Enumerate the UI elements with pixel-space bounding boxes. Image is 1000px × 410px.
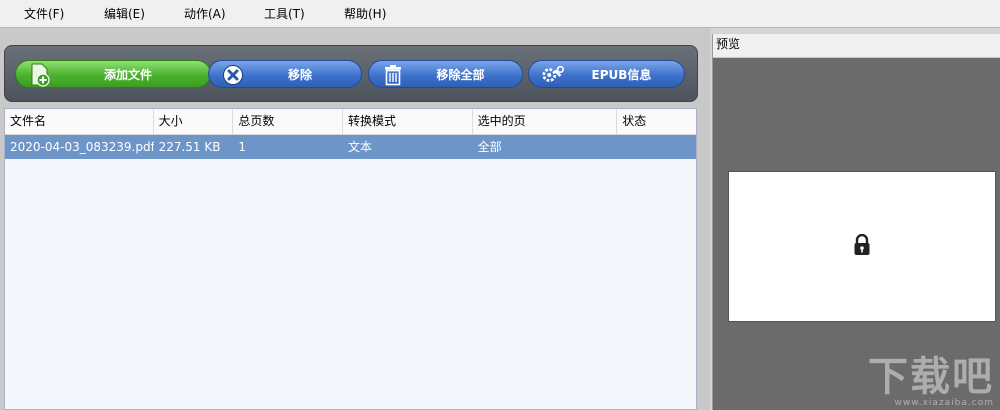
cell-size: 227.51 KB: [158, 140, 221, 154]
remove-all-button[interactable]: 移除全部: [368, 60, 523, 88]
cell-mode: 文本: [348, 140, 373, 154]
menu-help[interactable]: 帮助(H): [344, 5, 424, 22]
menu-action[interactable]: 动作(A): [184, 5, 264, 22]
cell-status: [617, 135, 696, 159]
add-file-button[interactable]: 添加文件: [15, 60, 211, 88]
remove-all-label: 移除全部: [436, 67, 485, 82]
column-header-size[interactable]: 大小: [154, 109, 234, 134]
cell-filename: 2020-04-03_083239.pdf: [10, 140, 154, 154]
add-file-label: 添加文件: [103, 67, 152, 82]
column-header-status[interactable]: 状态: [617, 109, 696, 134]
preview-title: 预览: [713, 34, 1000, 58]
column-header-selected-pages[interactable]: 选中的页: [473, 109, 618, 134]
column-header-filename[interactable]: 文件名: [5, 109, 154, 134]
file-table: 文件名 大小 总页数 转换模式 选中的页 状态 2020-04-03_08323…: [4, 108, 697, 410]
watermark: 下载吧 www.xiazaiba.com: [868, 356, 994, 408]
remove-button[interactable]: 移除: [208, 60, 362, 88]
menu-bar: 文件(F) 编辑(E) 动作(A) 工具(T) 帮助(H): [0, 0, 1000, 28]
lock-icon: [853, 233, 871, 259]
epub-info-label: EPUB信息: [591, 67, 652, 82]
preview-panel: 预览 下载吧 www.xiazaiba.com: [712, 34, 1000, 410]
table-row[interactable]: 2020-04-03_083239.pdf 227.51 KB 1 文本 全部: [5, 135, 696, 159]
menu-edit[interactable]: 编辑(E): [104, 5, 184, 22]
cell-selected-pages: 全部: [477, 140, 502, 154]
epub-info-button[interactable]: EPUB信息: [528, 60, 685, 88]
watermark-text: 下载吧: [868, 354, 994, 400]
remove-label: 移除: [287, 67, 312, 82]
cell-pages: 1: [238, 140, 246, 154]
table-header: 文件名 大小 总页数 转换模式 选中的页 状态: [5, 109, 696, 135]
preview-page: [728, 171, 996, 322]
column-header-mode[interactable]: 转换模式: [343, 109, 473, 134]
menu-tools[interactable]: 工具(T): [264, 5, 344, 22]
toolbar: 添加文件 移除 移除全部 EPUB信息: [4, 45, 698, 102]
menu-file[interactable]: 文件(F): [24, 5, 104, 22]
column-header-pages[interactable]: 总页数: [233, 109, 344, 134]
